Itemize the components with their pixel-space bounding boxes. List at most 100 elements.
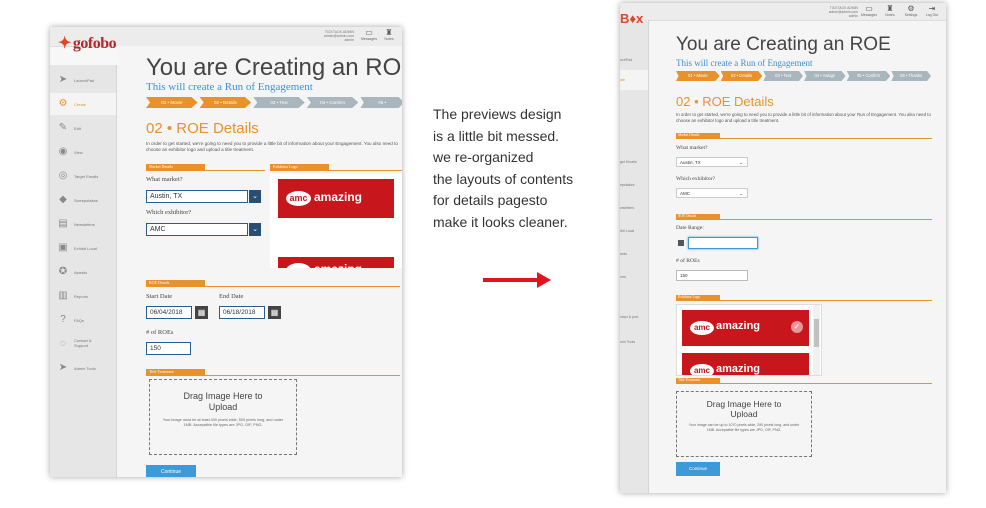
end-date-input[interactable]: 06/18/2018 [219,306,265,319]
sidebar-item-create[interactable]: ⚙ Create [50,93,116,115]
note-line: The previews design [433,106,562,122]
page-subtitle: This will create a Run of Engagement [676,58,813,68]
hat-icon: ♜ [385,28,393,37]
logout-button[interactable]: ⇥ Log Out [923,4,941,20]
diamond-icon: ◆ [59,194,67,205]
date-range-input[interactable] [688,237,758,249]
market-select[interactable]: Austin, TX ⌄ [676,157,748,167]
sidebar-item-exhibit-local[interactable]: ibit Local [620,221,648,241]
sidebar-item-view[interactable]: ◉ View [50,141,116,163]
chevron-down-icon: ⌄ [739,191,743,196]
chevron-down-icon[interactable]: ⌄ [249,190,261,203]
sidebar-item-exhibit-local[interactable]: ▣ Exhibit Local [50,237,116,259]
messages-button[interactable]: ▭ Messages [360,28,378,44]
step-5[interactable]: 05 • Confirm [846,71,891,81]
step-2[interactable]: 02 • Details [199,97,252,108]
continue-button[interactable]: Continue [146,465,196,477]
sidebar-item-create[interactable]: ate [620,70,648,90]
reports-icon: ▥ [58,290,68,301]
exhibit-icon: ▣ [58,242,68,253]
sidebar-item-sweepstakes[interactable]: ◆ Sweepstakes [50,189,116,211]
eye-icon: ◉ [58,146,68,157]
amc-logo-option[interactable]: amc amazing [278,179,394,218]
step-4[interactable]: 04 • Confirm [306,97,359,108]
end-date-label: End Date [219,293,244,300]
calendar-icon[interactable]: ▦ [268,306,281,319]
sidebar-item-edit[interactable] [620,94,648,114]
messages-button[interactable]: ▭ Messages [860,4,878,20]
sidebar-item-newsletters[interactable]: ▤ Newsletters [50,213,116,235]
section-rule [676,300,932,301]
sidebar-item-admin-tools[interactable]: min Tools [620,332,648,352]
start-date-input[interactable]: 06/04/2018 [146,306,192,319]
sidebar-item-admin-tools[interactable]: ➤ Admin Tools [50,357,116,379]
step-3[interactable]: 03 • Text [763,71,804,81]
newsletter-icon: ▤ [58,218,68,229]
user-info: TICKTACK ADMIN admin@admin.com admin [828,6,858,18]
drop-zone-title: Drag Image Here to Upload [706,399,782,419]
section-title: 02 • ROE Details [676,94,774,109]
sidebar-item-faqs[interactable]: ? FAQs [50,309,116,331]
calendar-icon[interactable] [678,240,684,246]
amc-logo-option-2[interactable]: amc amazing [278,257,394,268]
notes-button[interactable]: ♜ Notes [881,4,899,20]
exhibitor-select[interactable]: AMC [146,223,248,236]
exhibitor-logo-list[interactable]: amc amazing amc amazing [270,174,402,268]
step-1[interactable]: 01 • Movie [146,97,198,108]
sidebar-item-reports[interactable]: orts [620,267,648,287]
section-description: In order to get started, we're going to … [676,112,931,123]
settings-button[interactable]: ⚙ Settings [902,4,920,20]
sidebar-item-view[interactable] [620,118,648,138]
step-1[interactable]: 01 • Movie [676,71,720,81]
notes-label: Notes [384,37,394,41]
step-4[interactable]: 04 • Assign [804,71,846,81]
scrollbar[interactable] [813,305,820,375]
start-date-label: Start Date [146,293,173,300]
scrollbar-thumb[interactable] [814,319,819,347]
sidebar-item-awards[interactable]: ards [620,244,648,264]
chevron-down-icon[interactable]: ⌄ [249,223,261,236]
calendar-icon[interactable]: ▦ [195,306,208,319]
sidebar-item-contact-support[interactable]: ntact & port [620,310,648,330]
note-line: for details pagesto [433,192,548,208]
image-drop-zone[interactable]: Drag Image Here to Upload Your image mus… [149,379,297,455]
gofobo-logo[interactable]: ✦ gofobo [58,33,117,53]
target-icon: ◎ [58,170,68,181]
section-title: 02 • ROE Details [146,120,259,137]
roes-input[interactable]: 150 [146,342,191,355]
section-rule [676,138,932,139]
step-5[interactable]: 05 • [360,97,402,108]
paper-plane-icon: ➤ [58,74,68,85]
box-logo[interactable]: B♦x [620,11,650,29]
sidebar-item-launchpad[interactable]: ➤ LaunchPad [50,69,116,91]
old-design-screen: TICKTACK ADMIN admin@admin.com admin ▭ M… [50,27,402,477]
market-label: What market? [676,145,708,151]
sidebar-item-edit[interactable]: ✎ Edit [50,117,116,139]
gear-icon: ⚙ [907,4,915,13]
step-3[interactable]: 03 • Text [253,97,305,108]
sidebar-item-launchpad[interactable]: nchPad [620,50,648,70]
exhibitor-select[interactable]: AMC ⌄ [676,188,748,198]
sidebar-item-newsletters[interactable]: wsletters [620,198,648,218]
sidebar-item-sweepstakes[interactable]: epstakes [620,175,648,195]
market-select[interactable]: Austin, TX [146,190,248,203]
sidebar-item-contact-support[interactable]: ◌ Contact & Support [50,333,116,355]
sidebar-item-target-emails[interactable]: ◎ Target Emails [50,165,116,187]
step-2[interactable]: 02 • Details [720,71,763,81]
page-title: You are Creating an ROE [676,34,891,55]
sidebar-item-faqs[interactable] [620,290,648,310]
notes-button[interactable]: ♜ Notes [380,28,398,44]
section-rule [270,170,402,171]
image-drop-zone[interactable]: Drag Image Here to Upload Your image can… [676,391,812,457]
sidebar-item-reports[interactable]: ▥ Reports [50,285,116,307]
amc-logo-option[interactable]: amc amazing ✓ [682,310,809,346]
roes-input[interactable]: 150 [676,270,748,281]
step-progress: 01 • Movie 02 • Details 03 • Text 04 • C… [146,97,402,108]
exhibitor-logo-list[interactable]: amc amazing ✓ amc amazing [676,304,822,376]
step-6[interactable]: 06 • Thanks [891,71,932,81]
messages-label: Messages [361,37,377,41]
sidebar-item-awards[interactable]: ✪ Awards [50,261,116,283]
sidebar-item-target-emails[interactable]: get Emails [620,152,648,172]
amc-logo-option-2[interactable]: amc amazing [682,353,809,375]
continue-button[interactable]: Continue [676,462,720,476]
